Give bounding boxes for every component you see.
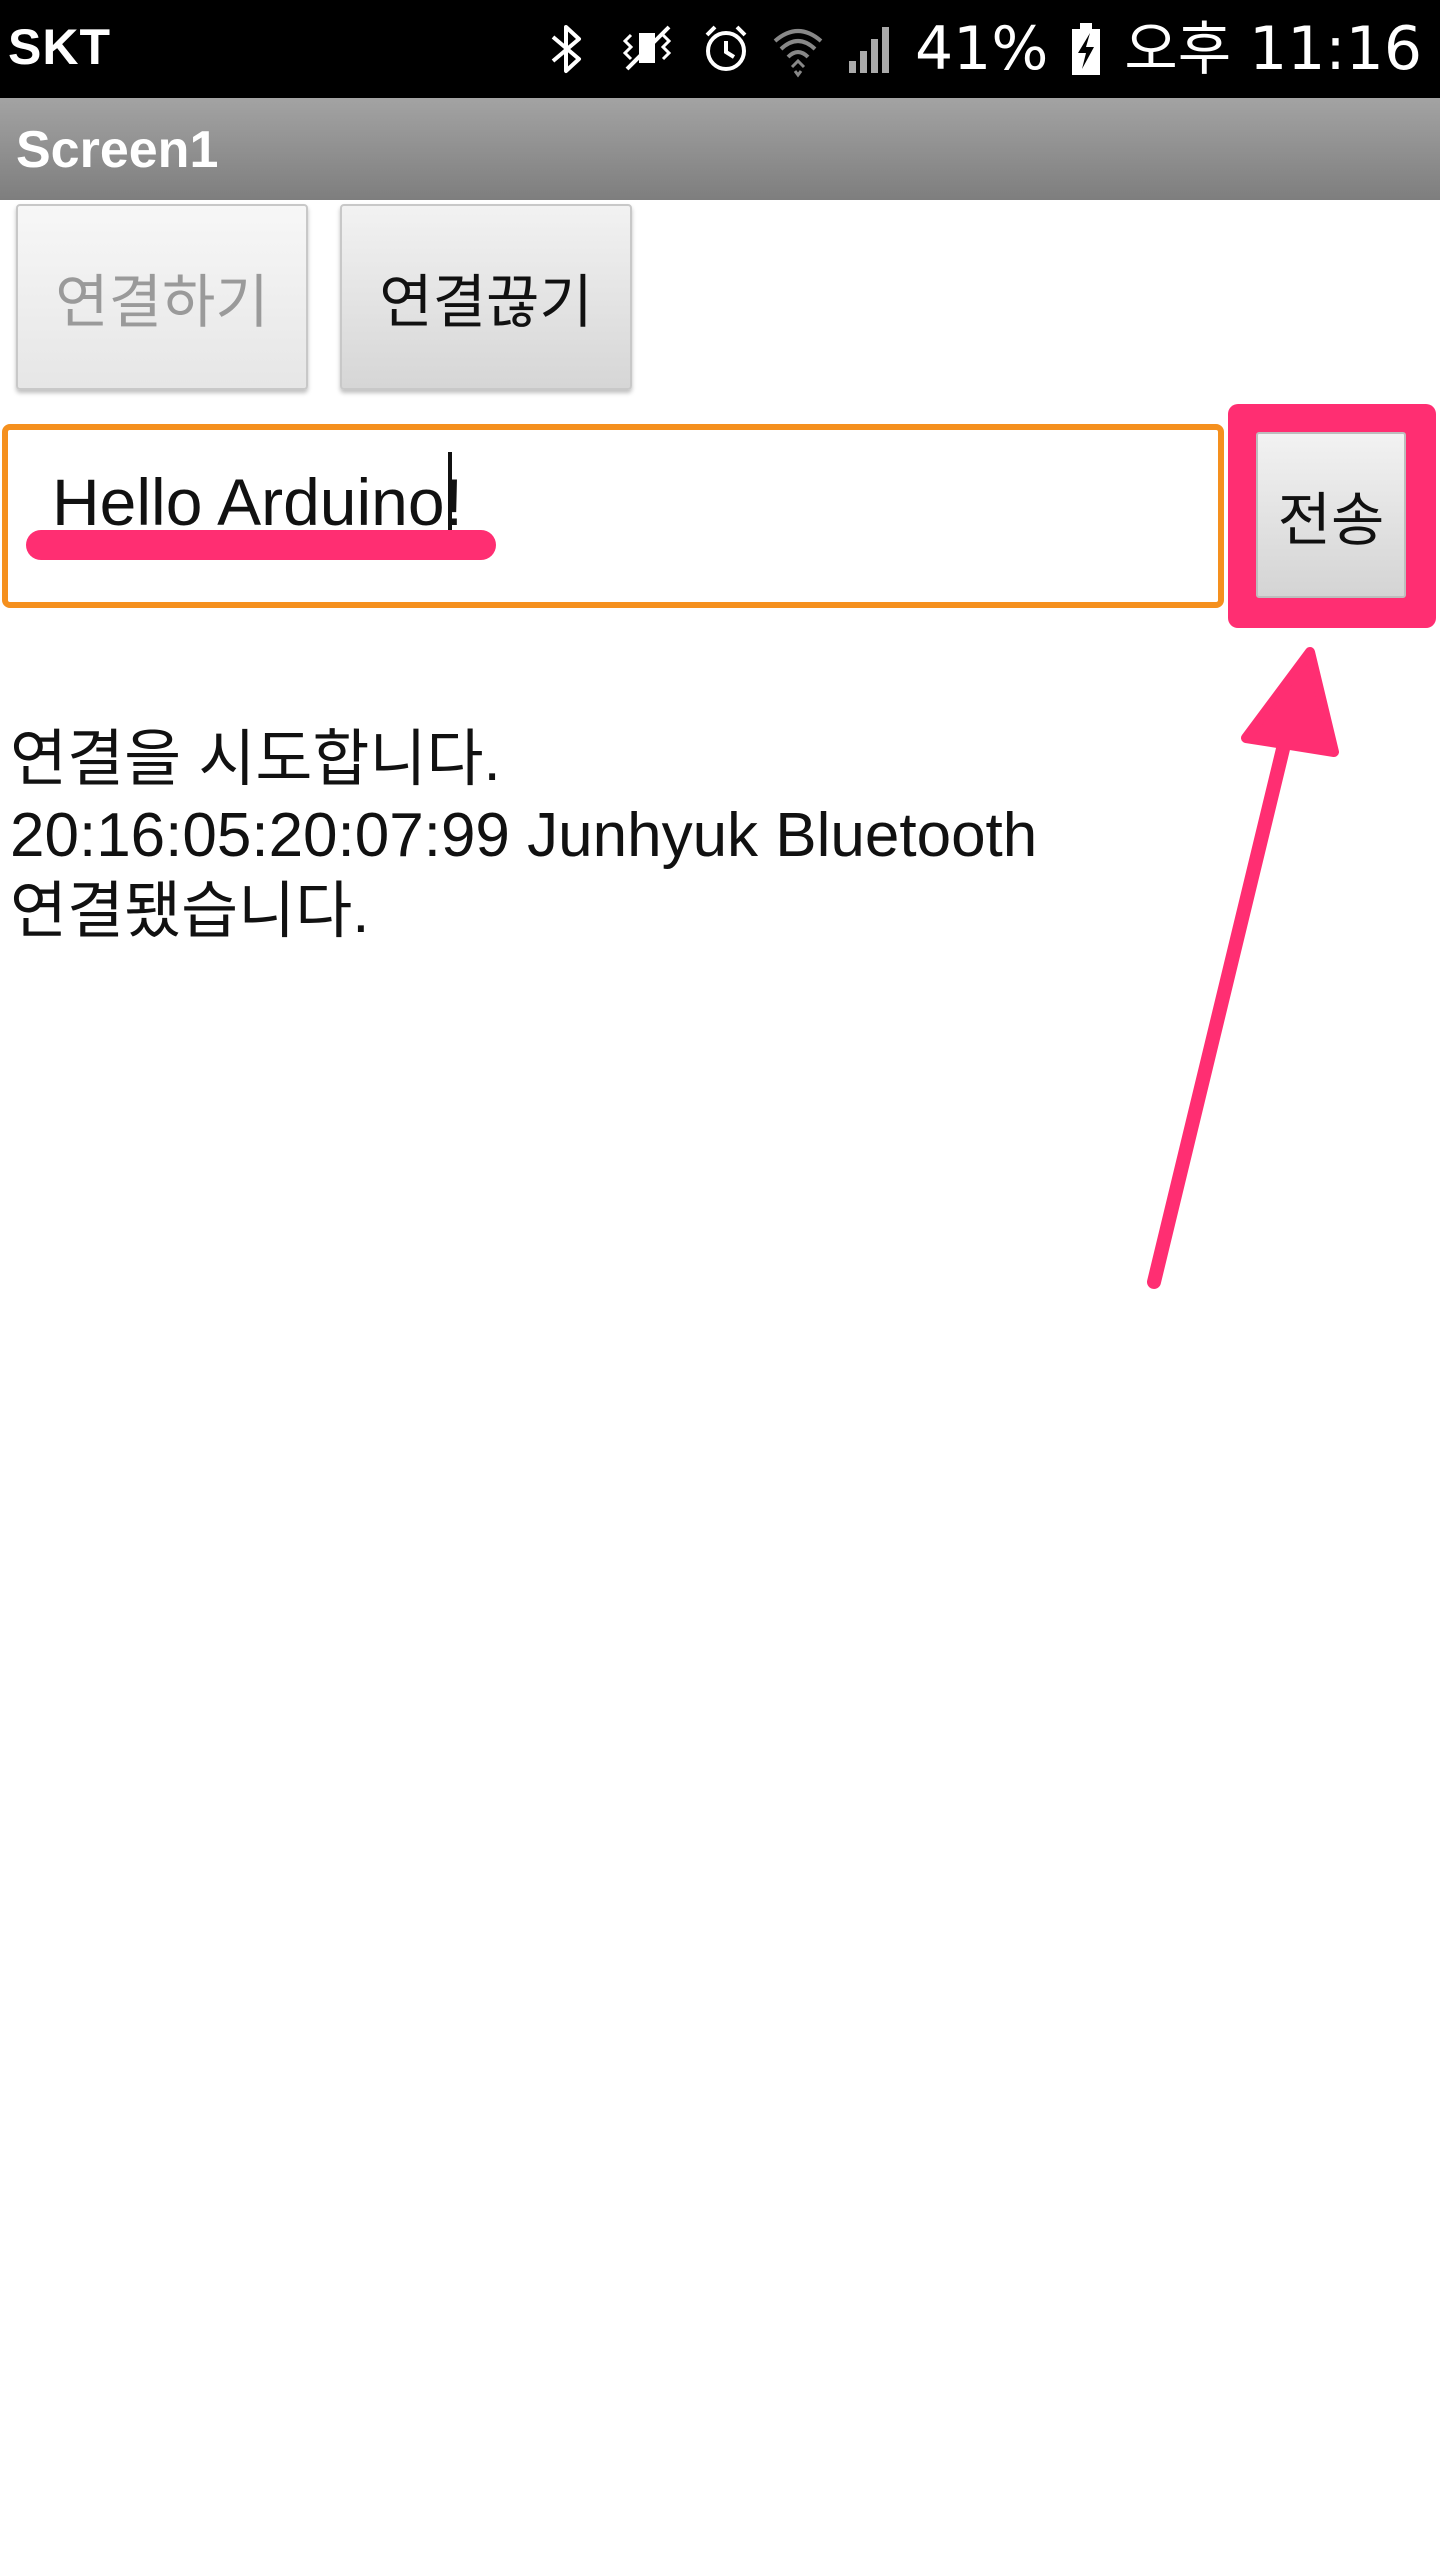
log-line: 20:16:05:20:07:99 Junhyuk Bluetooth	[10, 801, 1038, 870]
disconnect-button[interactable]: 연결끊기	[340, 204, 632, 390]
wifi-icon	[773, 29, 823, 78]
title-bar: Screen1	[0, 98, 1440, 200]
highlight-underline	[26, 530, 496, 560]
signal-icon	[848, 27, 889, 73]
battery-percent: 41%	[914, 14, 1049, 84]
bluetooth-icon	[551, 25, 581, 73]
status-icons: 41% 오후 11:16	[539, 12, 1422, 86]
clock: 11:16	[1249, 14, 1422, 84]
alarm-icon	[705, 25, 747, 71]
connect-button[interactable]: 연결하기	[16, 204, 308, 390]
carrier-label: SKT	[8, 19, 111, 75]
log-line: 연결됐습니다.	[10, 877, 370, 946]
vibrate-icon	[622, 25, 672, 71]
screen-title: Screen1	[16, 121, 219, 179]
message-input[interactable]: Hello Arduino!	[2, 424, 1224, 608]
battery-charging-icon	[1072, 23, 1101, 75]
message-input-value: Hello Arduino!	[52, 465, 463, 539]
send-button[interactable]: 전송	[1256, 432, 1406, 598]
connection-log: 연결을 시도합니다. 20:16:05:20:07:99 Junhyuk Blu…	[10, 722, 1410, 950]
ampm-label: 오후	[1124, 15, 1232, 83]
text-cursor	[448, 452, 452, 540]
status-bar: SKT 41% 오후 11:16	[0, 0, 1440, 98]
log-line: 연결을 시도합니다.	[10, 725, 501, 794]
